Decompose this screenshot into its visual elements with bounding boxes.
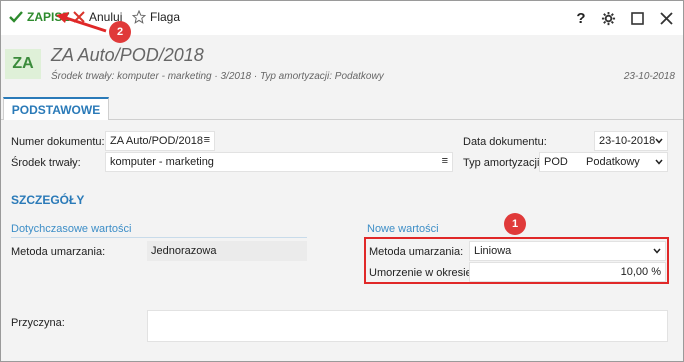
window: ZAPISZ Anuluj Flaga ? ZA ZA Auto/POD/201… xyxy=(0,0,684,362)
annotation-arrow xyxy=(56,12,107,33)
annotation-marker-2: 2 xyxy=(109,21,131,43)
